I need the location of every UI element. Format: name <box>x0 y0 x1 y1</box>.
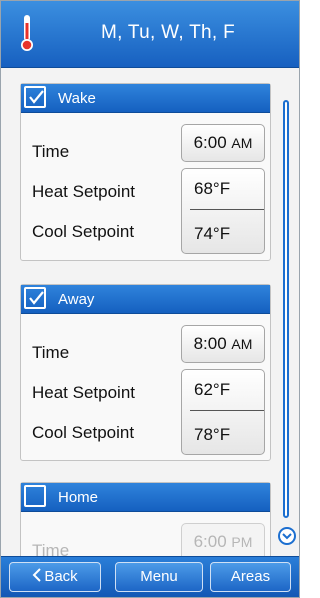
period-header-wake: Wake <box>21 84 270 113</box>
areas-label: Areas <box>230 568 271 585</box>
cool-setpoint-label: Cool Setpoint <box>32 222 135 241</box>
away-time-button[interactable]: 8:00 AM <box>181 325 265 363</box>
scrollbar[interactable] <box>283 100 289 518</box>
screen: M, Tu, W, Th, F Wake Time 6:00 AM Heat S <box>0 0 300 598</box>
away-setpoint-button[interactable]: 62°F 78°F <box>181 369 265 455</box>
time-ampm: AM <box>231 336 253 352</box>
period-name-away: Away <box>58 291 95 308</box>
areas-button[interactable]: Areas <box>210 562 291 592</box>
cool-setpoint-value: 74°F <box>194 224 231 243</box>
chevron-down-icon <box>282 533 292 540</box>
setpoint-divider <box>190 209 264 210</box>
checkmark-icon <box>29 90 44 104</box>
period-card-wake: Wake Time 6:00 AM Heat Setpoint Cool Set… <box>20 83 271 261</box>
home-checkbox[interactable] <box>24 485 46 507</box>
wake-time-button[interactable]: 6:00 AM <box>181 124 265 162</box>
wake-checkbox[interactable] <box>24 86 46 108</box>
setpoint-divider <box>190 410 264 411</box>
thermometer-icon <box>21 15 33 51</box>
back-button[interactable]: Back <box>9 562 101 592</box>
period-card-away: Away Time 8:00 AM Heat Setpoint Cool Set… <box>20 284 271 461</box>
back-label: Back <box>44 568 78 585</box>
period-card-home: Home Time 6:00 PM <box>20 482 271 556</box>
schedule-days-title: M, Tu, W, Th, F <box>100 22 235 43</box>
time-ampm: PM <box>231 534 253 550</box>
home-time-button[interactable]: 6:00 PM <box>181 523 265 556</box>
wake-setpoint-button[interactable]: 68°F 74°F <box>181 168 265 254</box>
heat-setpoint-value: 62°F <box>194 380 231 399</box>
bottom-nav: Back Menu Areas <box>1 556 299 597</box>
time-value: 6:00 <box>193 532 227 551</box>
period-header-home: Home <box>21 483 270 512</box>
menu-button[interactable]: Menu <box>115 562 203 592</box>
time-value: 6:00 <box>193 133 227 152</box>
header: M, Tu, W, Th, F <box>1 1 299 68</box>
cool-setpoint-label: Cool Setpoint <box>32 423 135 442</box>
heat-setpoint-value: 68°F <box>194 179 231 198</box>
scroll-down-button[interactable] <box>278 527 296 545</box>
period-name-wake: Wake <box>58 90 96 107</box>
chevron-left-icon <box>32 568 42 582</box>
time-label: Time <box>32 142 70 161</box>
period-name-home: Home <box>58 489 99 506</box>
time-label: Time <box>32 343 70 362</box>
cool-setpoint-value: 78°F <box>194 425 231 444</box>
period-header-away: Away <box>21 285 270 314</box>
away-checkbox[interactable] <box>24 287 46 309</box>
schedule-list[interactable]: Wake Time 6:00 AM Heat Setpoint Cool Set… <box>1 68 299 556</box>
checkmark-icon <box>29 291 44 305</box>
time-value: 8:00 <box>193 334 227 353</box>
heat-setpoint-label: Heat Setpoint <box>32 182 136 201</box>
menu-label: Menu <box>140 568 178 585</box>
time-label: Time <box>32 541 70 556</box>
time-ampm: AM <box>231 135 253 151</box>
heat-setpoint-label: Heat Setpoint <box>32 383 136 402</box>
